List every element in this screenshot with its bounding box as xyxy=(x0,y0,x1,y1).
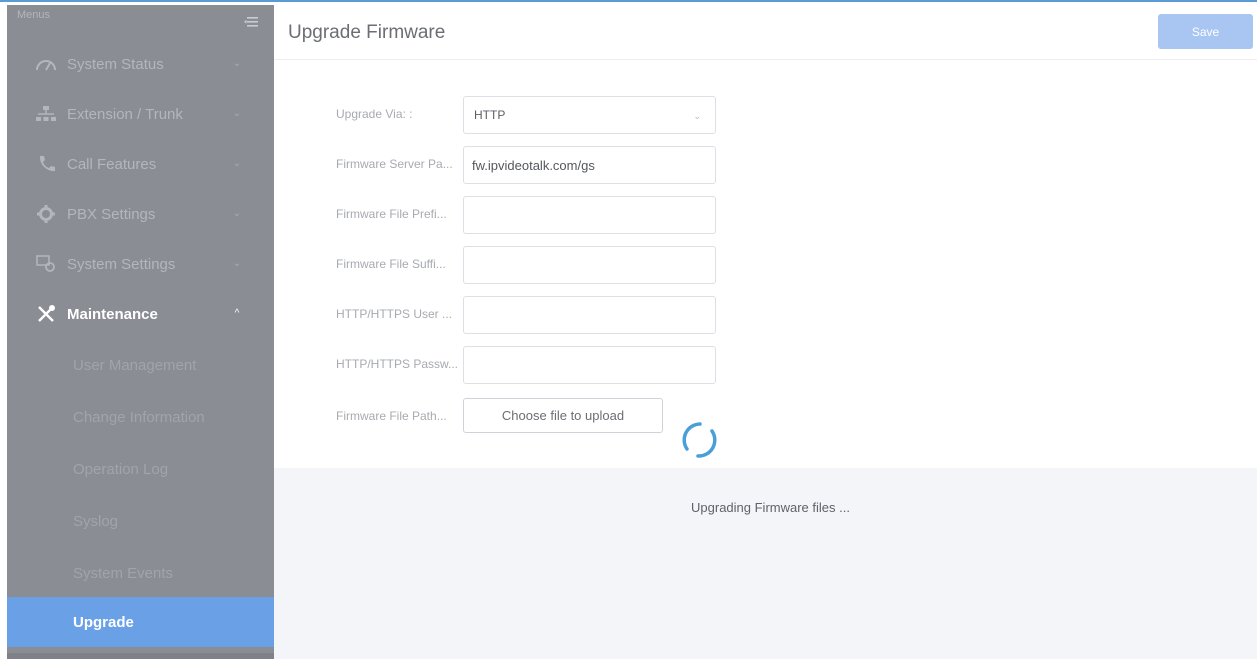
sidebar-item-label: PBX Settings xyxy=(67,205,156,223)
server-path-label: Firmware Server Pa... xyxy=(336,157,453,171)
sidebar-item-call-features[interactable]: Call Features ⌄ xyxy=(7,139,274,189)
sidebar-item-label: Maintenance xyxy=(67,305,158,323)
sidebar-item-system-settings[interactable]: System Settings ⌄ xyxy=(7,239,274,289)
sidebar-subitem-system-events[interactable]: System Events xyxy=(7,547,274,599)
sidebar: Menus System Status ⌄ Extension / Trunk … xyxy=(7,5,274,659)
menus-label: Menus xyxy=(17,9,51,21)
chevron-down-icon: ⌄ xyxy=(232,258,242,269)
sidebar-item-label: System Settings xyxy=(67,255,176,273)
network-icon xyxy=(35,103,57,125)
settings-screen-icon xyxy=(35,253,57,275)
chevron-down-icon: ⌄ xyxy=(232,58,242,69)
page-header: Upgrade Firmware Save xyxy=(274,2,1257,60)
chevron-down-icon: ⌄ xyxy=(232,208,242,219)
sidebar-item-system-status[interactable]: System Status ⌄ xyxy=(7,39,274,89)
form-row-http-user: HTTP/HTTPS User ... xyxy=(274,296,1257,334)
file-suffix-label: Firmware File Suffi... xyxy=(336,257,446,271)
sidebar-item-maintenance[interactable]: Maintenance ^ xyxy=(7,289,274,339)
file-suffix-input[interactable] xyxy=(463,246,716,284)
file-path-label: Firmware File Path... xyxy=(336,409,447,423)
collapse-menu-icon[interactable] xyxy=(244,17,258,27)
form-row-file-prefix: Firmware File Prefi... xyxy=(274,196,1257,234)
phone-icon xyxy=(35,153,57,175)
gear-icon xyxy=(35,203,57,225)
http-password-label: HTTP/HTTPS Passw... xyxy=(336,357,459,371)
file-prefix-input[interactable] xyxy=(463,196,716,234)
choose-file-button[interactable]: Choose file to upload xyxy=(463,398,663,433)
save-button[interactable]: Save xyxy=(1158,14,1253,49)
http-password-input[interactable] xyxy=(463,346,716,384)
sidebar-subitem-operation-log[interactable]: Operation Log xyxy=(7,443,274,495)
form-row-upgrade-via: Upgrade Via: : HTTP ⌄ xyxy=(274,96,1257,134)
upgrade-via-select[interactable]: HTTP ⌄ xyxy=(463,96,716,134)
http-user-label: HTTP/HTTPS User ... xyxy=(336,307,453,321)
chevron-down-icon: ⌄ xyxy=(693,111,701,121)
form-row-http-password: HTTP/HTTPS Passw... xyxy=(274,346,1257,384)
main-content: Upgrade Firmware Save Upgrade Via: : HTT… xyxy=(274,2,1257,659)
sidebar-item-extension-trunk[interactable]: Extension / Trunk ⌄ xyxy=(7,89,274,139)
chevron-up-icon: ^ xyxy=(234,308,240,319)
sidebar-footer xyxy=(7,653,274,659)
upgrade-via-value: HTTP xyxy=(474,108,506,122)
gauge-icon xyxy=(35,53,57,75)
upgrade-progress-overlay: Upgrading Firmware files ... xyxy=(274,468,1257,659)
form-row-server-path: Firmware Server Pa... fw.ipvideotalk.com… xyxy=(274,146,1257,184)
chevron-down-icon: ⌄ xyxy=(232,158,242,169)
page-title: Upgrade Firmware xyxy=(288,22,446,43)
sidebar-header: Menus xyxy=(7,5,274,39)
form-row-file-suffix: Firmware File Suffi... xyxy=(274,246,1257,284)
sidebar-subitem-syslog[interactable]: Syslog xyxy=(7,495,274,547)
file-prefix-label: Firmware File Prefi... xyxy=(336,207,447,221)
sidebar-item-label: Extension / Trunk xyxy=(67,105,183,123)
form-row-file-path: Firmware File Path... Choose file to upl… xyxy=(274,398,1257,436)
loading-spinner-icon xyxy=(682,422,717,458)
chevron-down-icon: ⌄ xyxy=(232,108,242,119)
upgrade-status-message: Upgrading Firmware files ... xyxy=(691,500,850,515)
sidebar-item-label: Call Features xyxy=(67,155,157,173)
sidebar-subitem-upgrade[interactable]: Upgrade xyxy=(7,597,274,647)
sidebar-subitem-user-management[interactable]: User Management xyxy=(7,339,274,391)
sidebar-item-label: System Status xyxy=(67,55,164,73)
sidebar-item-pbx-settings[interactable]: PBX Settings ⌄ xyxy=(7,189,274,239)
sidebar-subitem-change-information[interactable]: Change Information xyxy=(7,391,274,443)
tools-icon xyxy=(35,303,57,325)
server-path-input[interactable]: fw.ipvideotalk.com/gs xyxy=(463,146,716,184)
upgrade-via-label: Upgrade Via: : xyxy=(336,107,413,121)
http-user-input[interactable] xyxy=(463,296,716,334)
